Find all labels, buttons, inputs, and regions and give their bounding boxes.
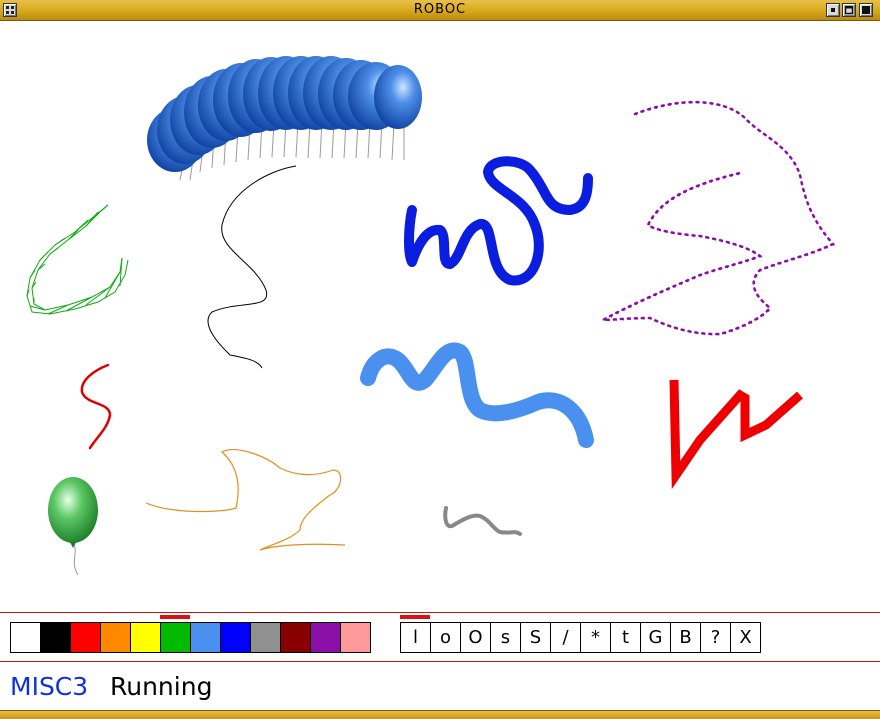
green-balloon-stamp [48, 477, 98, 576]
brush-button-blue-balloon[interactable]: B [671, 623, 701, 652]
blue-thick-stroke [404, 156, 593, 286]
selected-color-indicator [160, 615, 190, 619]
iconify-icon[interactable] [826, 3, 840, 17]
light-blue-thick-stroke [360, 342, 594, 448]
color-swatch-orange[interactable] [101, 623, 131, 652]
window-title: ROBOC [413, 2, 467, 17]
brush-button-triangle[interactable]: t [611, 623, 641, 652]
color-swatch-dark-red[interactable] [281, 623, 311, 652]
close-icon[interactable] [859, 3, 873, 17]
color-swatch-purple[interactable] [311, 623, 341, 652]
color-swatch-light-blue[interactable] [191, 623, 221, 652]
brush-button-star[interactable]: * [581, 623, 611, 652]
red-square-stroke [669, 379, 803, 490]
maximize-icon[interactable] [842, 3, 856, 17]
brush-button-green-balloon[interactable]: G [641, 623, 671, 652]
toolbar-top-divider [0, 612, 880, 613]
status-state: Running [110, 672, 213, 701]
green-zigzag-ribbon-stroke [26, 204, 129, 315]
red-thin-stroke [80, 363, 112, 450]
color-swatch-green[interactable] [161, 623, 191, 652]
orange-thin-stroke [145, 449, 346, 551]
color-swatch-white[interactable] [11, 623, 41, 652]
brush-button-small-circle[interactable]: o [431, 623, 461, 652]
brush-button-thin-line[interactable]: l [401, 623, 431, 652]
selected-brush-indicator [400, 615, 430, 619]
color-swatch-blue[interactable] [221, 623, 251, 652]
brush-button-slash[interactable]: / [551, 623, 581, 652]
black-thin-stroke [207, 165, 297, 369]
color-swatch-pink[interactable] [341, 623, 370, 652]
color-swatch-black[interactable] [41, 623, 71, 652]
brush-button-clear[interactable]: X [731, 623, 760, 652]
toolbar-bottom-divider [0, 661, 880, 662]
color-swatch-yellow[interactable] [131, 623, 161, 652]
purple-star-stroke [598, 100, 836, 336]
color-swatch-red[interactable] [71, 623, 101, 652]
gray-medium-stroke [443, 506, 522, 536]
brush-button-small-square[interactable]: s [491, 623, 521, 652]
window-bottom-border [0, 710, 880, 719]
title-bar[interactable]: ROBOC [0, 0, 880, 21]
color-palette [10, 622, 371, 653]
brush-button-large-circle[interactable]: O [461, 623, 491, 652]
brush-button-random[interactable]: ? [701, 623, 731, 652]
color-swatch-gray[interactable] [251, 623, 281, 652]
status-program-name: MISC3 [10, 672, 89, 701]
brush-button-large-square[interactable]: S [521, 623, 551, 652]
blue-balloon-caterpillar-stamp [147, 56, 422, 181]
brush-toolbar: l o O s S / * t G B ? X [400, 622, 761, 653]
drawing-canvas[interactable] [0, 22, 880, 610]
